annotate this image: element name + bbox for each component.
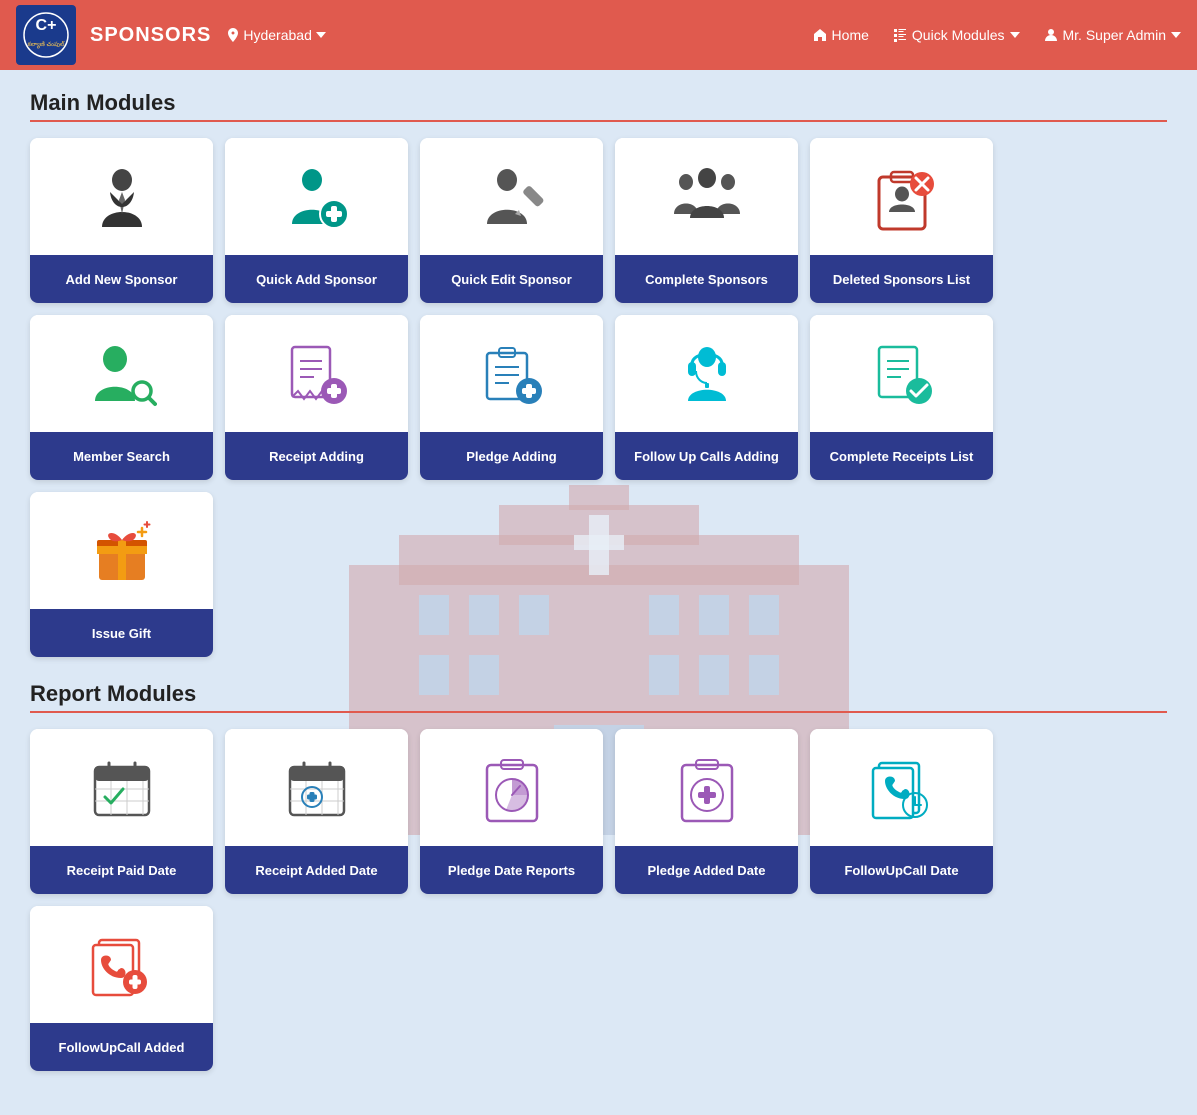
card-quick-edit-sponsor[interactable]: Quick Edit Sponsor [420, 138, 603, 303]
card-followupcall-date[interactable]: FollowUpCall Date [810, 729, 993, 894]
card-receipt-paid-date-label: Receipt Paid Date [30, 846, 213, 894]
nav-home[interactable]: Home [813, 27, 869, 43]
card-followupcall-added-label: FollowUpCall Added [30, 1023, 213, 1071]
card-issue-gift[interactable]: Issue Gift [30, 492, 213, 657]
location-selector[interactable]: Hyderabad [227, 27, 326, 43]
report-modules-title: Report Modules [30, 681, 1167, 713]
card-pledge-added-date-label: Pledge Added Date [615, 846, 798, 894]
report-modules-grid: Receipt Paid Date [30, 729, 1167, 1071]
card-add-new-sponsor-label: Add New Sponsor [30, 255, 213, 303]
card-follow-up-calls-adding[interactable]: Follow Up Calls Adding [615, 315, 798, 480]
card-pledge-adding[interactable]: Pledge Adding [420, 315, 603, 480]
card-receipt-adding[interactable]: Receipt Adding [225, 315, 408, 480]
top-nav: Home Quick Modules Mr. Super Admin [813, 27, 1181, 43]
main-content: Main Modules Add New Sponsor [0, 70, 1197, 1115]
card-quick-edit-sponsor-label: Quick Edit Sponsor [420, 255, 603, 303]
nav-quick-modules[interactable]: Quick Modules [893, 27, 1020, 43]
location-label: Hyderabad [243, 27, 312, 43]
card-member-search-label: Member Search [30, 432, 213, 480]
card-issue-gift-label: Issue Gift [30, 609, 213, 657]
card-pledge-adding-label: Pledge Adding [420, 432, 603, 480]
card-complete-receipts-list[interactable]: Complete Receipts List [810, 315, 993, 480]
card-pledge-date-reports[interactable]: Pledge Date Reports [420, 729, 603, 894]
card-quick-add-sponsor[interactable]: Quick Add Sponsor [225, 138, 408, 303]
nav-user[interactable]: Mr. Super Admin [1044, 27, 1182, 43]
card-complete-sponsors[interactable]: Complete Sponsors [615, 138, 798, 303]
card-follow-up-calls-adding-label: Follow Up Calls Adding [615, 432, 798, 480]
svg-text:కల్యాణి చంపుల్: కల్యాణి చంపుల్ [28, 40, 65, 49]
card-pledge-date-reports-label: Pledge Date Reports [420, 846, 603, 894]
card-deleted-sponsors-list[interactable]: Deleted Sponsors List [810, 138, 993, 303]
app-title: SPONSORS [90, 24, 211, 47]
card-deleted-sponsors-list-label: Deleted Sponsors List [810, 255, 993, 303]
card-member-search[interactable]: Member Search [30, 315, 213, 480]
card-quick-add-sponsor-label: Quick Add Sponsor [225, 255, 408, 303]
card-add-new-sponsor[interactable]: Add New Sponsor [30, 138, 213, 303]
app-logo: C+ కల్యాణి చంపుల్ [16, 5, 76, 65]
card-receipt-added-date-label: Receipt Added Date [225, 846, 408, 894]
card-pledge-added-date[interactable]: Pledge Added Date [615, 729, 798, 894]
card-followupcall-date-label: FollowUpCall Date [810, 846, 993, 894]
app-header: C+ కల్యాణి చంపుల్ SPONSORS Hyderabad Hom… [0, 0, 1197, 70]
card-complete-sponsors-label: Complete Sponsors [615, 255, 798, 303]
card-complete-receipts-list-label: Complete Receipts List [810, 432, 993, 480]
card-receipt-added-date[interactable]: Receipt Added Date [225, 729, 408, 894]
card-receipt-paid-date[interactable]: Receipt Paid Date [30, 729, 213, 894]
main-modules-title: Main Modules [30, 90, 1167, 122]
card-receipt-adding-label: Receipt Adding [225, 432, 408, 480]
svg-text:C+: C+ [36, 17, 57, 34]
main-modules-grid: Add New Sponsor Quick Add Sponsor [30, 138, 1167, 657]
card-followupcall-added[interactable]: FollowUpCall Added [30, 906, 213, 1071]
